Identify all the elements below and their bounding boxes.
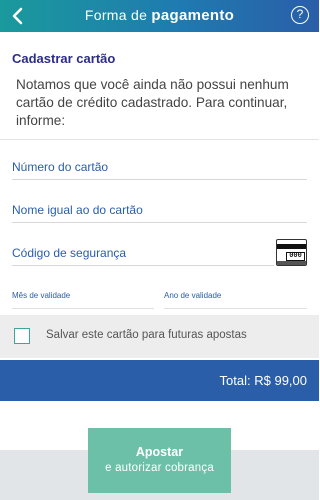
authorize-charge-label: e autorizar cobrança [105,462,214,474]
save-card-checkbox[interactable] [14,328,30,344]
section-divider [0,139,319,140]
card-shade [277,261,306,265]
expiry-year-label: Ano de validade [164,291,222,300]
page-title-bold: pagamento [151,7,235,24]
intro-text: Notamos que você ainda não possui nenhum… [16,77,289,128]
card-name-field[interactable]: Nome igual ao do cartão [12,201,307,223]
card-cvv-code: 000 [286,252,305,261]
place-bet-button[interactable]: Apostar e autorizar cobrança [88,428,231,493]
total-amount: Total: R$ 99,00 [219,373,307,388]
security-code-field[interactable]: Código de segurança [12,244,274,266]
save-card-row: Salvar este cartão para futuras apostas [0,315,319,358]
section-title: Cadastrar cartão [12,51,116,66]
help-icon[interactable]: ? [291,6,309,24]
card-stripe [277,244,306,249]
expiry-month-label: Mês de validade [12,291,71,300]
total-bar: Total: R$ 99,00 [0,360,319,401]
card-number-placeholder: Número do cartão [12,160,109,174]
card-number-field[interactable]: Número do cartão [12,158,307,180]
card-cvv-icon: 000 [276,239,307,266]
security-code-placeholder: Código de segurança [12,246,127,260]
header-bar: Forma de pagamento ? [0,0,319,32]
save-card-label[interactable]: Salvar este cartão para futuras apostas [46,329,247,341]
page-title-regular: Forma de [84,7,152,23]
place-bet-label: Apostar [135,445,184,459]
expiry-month-select[interactable]: Mês de validade [12,291,154,309]
card-name-placeholder: Nome igual ao do cartão [12,203,143,217]
expiry-year-select[interactable]: Ano de validade [164,291,307,309]
page-title: Forma de pagamento [0,7,319,24]
